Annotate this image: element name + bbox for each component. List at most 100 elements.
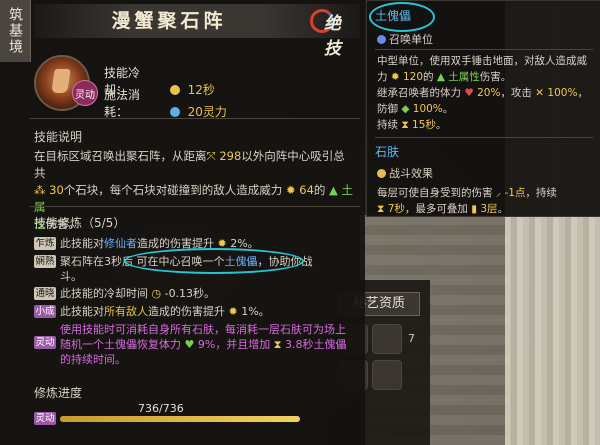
divider xyxy=(375,49,593,50)
stoneskin-type-label: 战斗效果 xyxy=(389,167,433,180)
desc-number: 30 xyxy=(49,183,64,197)
summon-type: 召唤单位 xyxy=(377,31,433,47)
element-label: 土属性 xyxy=(448,71,480,83)
summon-icon xyxy=(377,35,386,44)
description-heading: 技能说明 xyxy=(34,130,83,144)
desc-text: 的 xyxy=(313,183,326,197)
shield-icon: ◆ xyxy=(398,103,413,115)
hourglass-icon: ⧗ xyxy=(270,338,286,351)
highlight-circle xyxy=(124,248,304,274)
training-value: -0.13秒。 xyxy=(164,287,216,300)
stoneskin-desc: 每层可使自身受到的伤害 ⸝ -1点，持续 ⧗ 7秒，最多可叠加 ▮ 3层。 xyxy=(377,185,593,217)
summon-desc-text: 伤害。 xyxy=(479,71,512,83)
lingdong-text: 使用技能时可消耗自身所有石肤，每消耗一层石肤可为场上随机一个土傀儡恢复体力 ♥ … xyxy=(34,322,354,367)
count-icon: ⁂ xyxy=(34,183,50,197)
cost-row: 施法消耗： 20灵力 xyxy=(104,86,227,120)
lingdong-desc: ，并且增加 xyxy=(215,338,271,351)
clock-icon: ◷ xyxy=(148,287,165,300)
progress-count: 736/736 xyxy=(138,402,184,415)
desc-number: 64 xyxy=(299,183,314,197)
desc-text: 个石块，每个石块对碰撞到的敌人造成威力 xyxy=(63,183,283,197)
summon-stat-value: 100% xyxy=(412,103,443,115)
summon-stat-value: 20% xyxy=(477,87,501,99)
sword-icon: ⸝ xyxy=(492,187,505,199)
progress-tag: 灵动 xyxy=(34,412,56,425)
power-icon: ✹ xyxy=(282,183,300,197)
talent-slot[interactable] xyxy=(372,324,402,354)
stoneskin-text: 。 xyxy=(497,203,509,215)
training-text: 造成的伤害提升 xyxy=(148,305,225,318)
talent-slot[interactable] xyxy=(372,360,402,390)
skill-tooltip: 筑基境 漫蟹聚石阵 绝技 灵动 技能冷却： 12秒 施法消耗： 20灵力 技能说… xyxy=(0,0,365,445)
summon-duration-value: 15秒 xyxy=(412,119,436,131)
spirit-drop-icon xyxy=(169,107,180,117)
lingdong-type-badge: 灵动 xyxy=(72,80,98,106)
hourglass-icon: ⧗ xyxy=(377,203,388,215)
training-heading: 技能修炼（5/5） xyxy=(34,216,126,230)
stack-icon: ▮ xyxy=(467,203,481,215)
range-icon: ⤧ xyxy=(206,149,220,163)
realm-label: 筑基境 xyxy=(7,7,23,55)
training-text: 此技能的冷却时间 xyxy=(60,287,148,300)
summon-desc-text: 。 xyxy=(442,103,454,115)
stoneskin-value: -1点 xyxy=(504,187,526,199)
desc-text: 在目标区域召唤出聚石阵，从距离 xyxy=(34,149,207,163)
power-icon: ✹ xyxy=(387,71,403,83)
earth-icon: ▲ xyxy=(433,71,449,83)
progress-label: 修炼进度 xyxy=(34,386,83,400)
stoneskin-type: 战斗效果 xyxy=(377,165,433,181)
sword-icon: ✕ xyxy=(531,87,548,99)
training-tag: 乍炼 xyxy=(34,237,56,250)
power-icon: ✹ xyxy=(225,305,242,318)
training-text: 斗。 xyxy=(60,270,82,283)
progress-fill xyxy=(60,416,300,422)
realm-tag: 筑基境 xyxy=(0,0,31,62)
stoneskin-text: ，最多可叠加 xyxy=(404,203,468,215)
summon-desc-text: 继承召唤者的体力 xyxy=(377,87,461,99)
lingdong-value: 3.8秒 xyxy=(285,338,314,351)
divider xyxy=(30,118,360,119)
training-text: 此技能对 xyxy=(60,237,104,250)
cost-label: 施法消耗： xyxy=(104,88,141,119)
summon-desc-text: 。 xyxy=(435,119,447,131)
earth-icon: ▲ xyxy=(325,183,342,197)
hourglass-icon: ⧗ xyxy=(398,119,413,131)
summon-desc: 中型单位，使用双手锤击地面，对敌人造成威力 ✹ 120的 ▲ 土属性伤害。 继承… xyxy=(377,53,593,133)
heart-icon: ♥ xyxy=(461,87,478,99)
divider xyxy=(30,206,360,207)
combat-effect-icon xyxy=(377,169,386,178)
heart-icon: ♥ xyxy=(181,338,198,351)
highlight-circle xyxy=(369,2,435,32)
lingdong-row: 灵动 使用技能时可消耗自身所有石肤，每消耗一层石肤可为场上随机一个土傀儡恢复体力… xyxy=(34,322,354,367)
training-value: 1%。 xyxy=(241,305,270,318)
divider xyxy=(375,137,593,138)
training-tag: 小成 xyxy=(34,305,56,318)
stoneskin-title: 石肤 xyxy=(375,145,400,159)
training-row: 小成 此技能对所有敌人造成的伤害提升 ✹ 1%。 xyxy=(34,304,354,319)
talent-slot-value: 7 xyxy=(408,332,415,345)
summon-desc-text: ，攻击 xyxy=(500,87,532,99)
training-highlight: 所有敌人 xyxy=(104,305,148,318)
training-row: 通晓 此技能的冷却时间 ◷ -0.13秒。 xyxy=(34,286,354,301)
skill-name: 漫蟹聚石阵 xyxy=(111,10,227,32)
cost-value: 20灵力 xyxy=(187,105,227,119)
stoneskin-value: 3层 xyxy=(480,203,498,215)
skill-title-bar: 漫蟹聚石阵 绝技 xyxy=(34,4,360,59)
jueji-label: 绝技 xyxy=(324,14,341,59)
summon-power-value: 120 xyxy=(402,71,424,83)
summon-tooltip: 土傀儡 召唤单位 中型单位，使用双手锤击地面，对敌人造成威力 ✹ 120的 ▲ … xyxy=(366,0,600,217)
stoneskin-value: 7秒 xyxy=(387,203,405,215)
progress-track xyxy=(60,416,300,422)
desc-number: 298 xyxy=(219,149,242,163)
lingdong-value: 9% xyxy=(197,338,216,351)
training-text: 聚石阵在3秒后 xyxy=(60,255,133,268)
training-highlight: 修仙者 xyxy=(104,237,137,250)
training-tag: 娴熟 xyxy=(34,255,56,268)
training-tag: 通晓 xyxy=(34,287,56,300)
summon-desc-text: 持续 xyxy=(377,119,398,131)
summon-stat-value: 100% xyxy=(547,87,578,99)
stoneskin-text: ，持续 xyxy=(525,187,557,199)
summon-desc-text: 的 xyxy=(423,71,434,83)
jueji-badge: 绝技 xyxy=(310,5,354,59)
summon-type-label: 召唤单位 xyxy=(389,33,433,46)
